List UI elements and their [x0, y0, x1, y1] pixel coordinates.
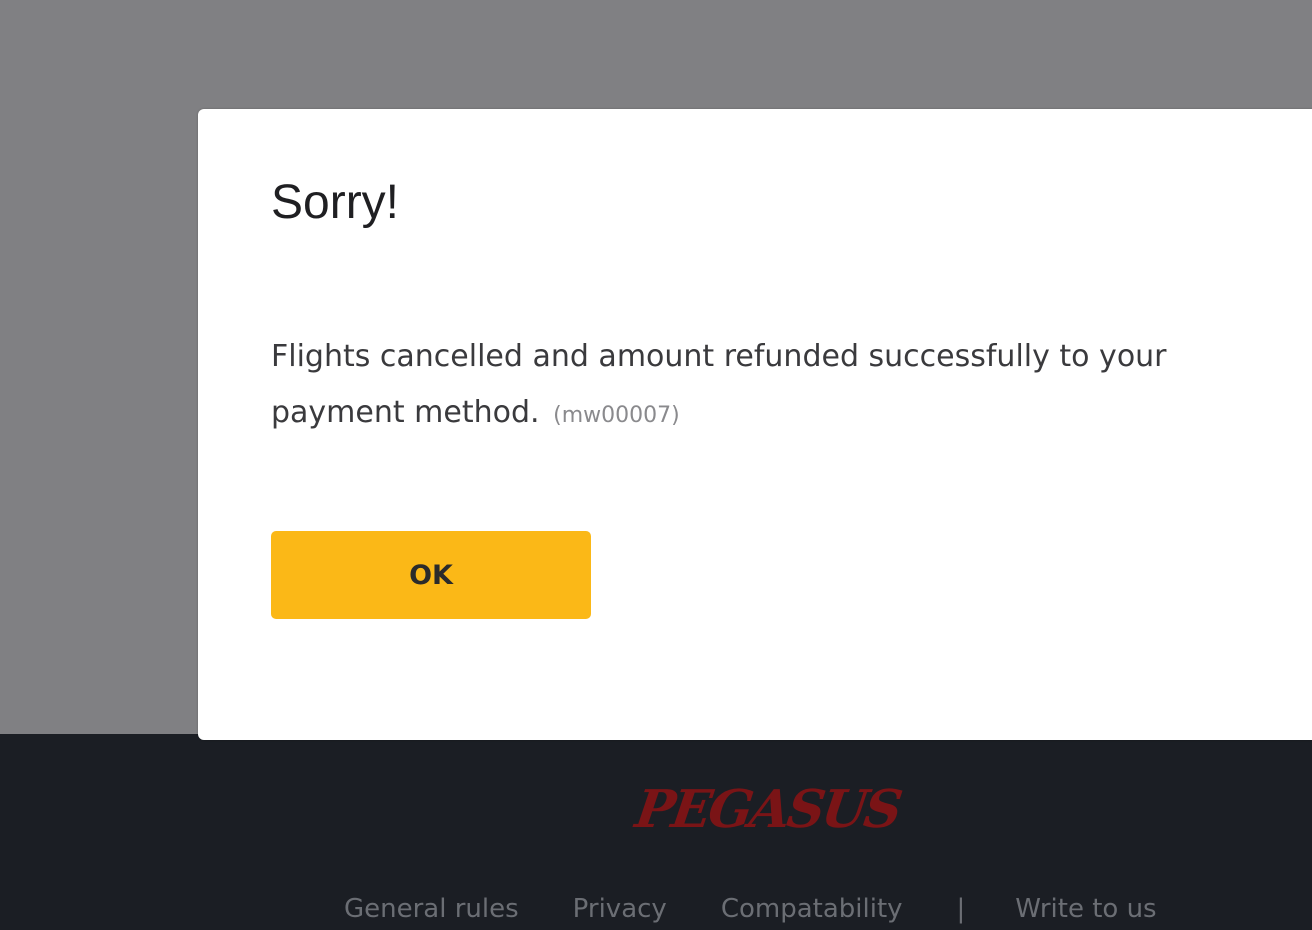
footer-separator: | — [956, 894, 966, 924]
footer-link-general-rules[interactable]: General rules — [344, 894, 519, 924]
dialog-message: Flights cancelled and amount refunded su… — [271, 329, 1191, 444]
footer-link-write-to-us[interactable]: Write to us — [1015, 894, 1156, 924]
dialog-message-text: Flights cancelled and amount refunded su… — [271, 339, 1167, 430]
footer-link-privacy[interactable]: Privacy — [573, 894, 667, 924]
footer: PEGASUS General rules Privacy Compatabil… — [0, 734, 1312, 930]
ok-button[interactable]: OK — [271, 531, 591, 619]
page: PEGASUS General rules Privacy Compatabil… — [0, 0, 1312, 930]
dialog-title: Sorry! — [271, 176, 400, 229]
footer-link-compatability[interactable]: Compatability — [721, 894, 903, 924]
error-dialog: Sorry! Flights cancelled and amount refu… — [198, 109, 1312, 740]
error-code: (mw00007) — [553, 403, 680, 428]
footer-links: General rules Privacy Compatability | Wr… — [344, 894, 1157, 924]
pegasus-logo: PEGASUS — [631, 779, 904, 840]
